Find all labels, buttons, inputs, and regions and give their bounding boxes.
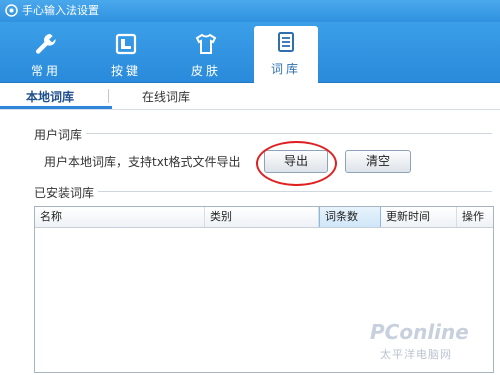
column-header-update-time[interactable]: 更新时间 (381, 207, 457, 227)
watermark-logo: PConline 太平洋电脑网 (370, 318, 495, 368)
keyboard-icon (115, 33, 137, 55)
tab-lexicon-label: 词库 (270, 62, 301, 76)
subtab-online-lexicon[interactable]: 在线词库 (142, 88, 190, 105)
table-header: 名称 类别 词条数 更新时间 操作 (35, 207, 493, 228)
tshirt-icon (195, 33, 217, 54)
document-icon (278, 32, 294, 52)
tab-lexicon[interactable]: 词库 (254, 26, 318, 83)
column-header-category[interactable]: 类别 (205, 207, 319, 227)
user-lexicon-divider (86, 133, 492, 134)
export-highlight-ring (256, 141, 337, 186)
tab-common-label: 常用 (30, 64, 61, 78)
title-bar: 手心输入法设置 (0, 0, 500, 22)
subtab-local-lexicon[interactable]: 本地词库 (26, 88, 74, 105)
column-header-entry-count[interactable]: 词条数 (319, 207, 381, 227)
column-header-name[interactable]: 名称 (35, 207, 205, 227)
tab-common[interactable]: 常用 (14, 28, 78, 82)
watermark-subtext: 太平洋电脑网 (380, 348, 452, 361)
lexicon-subtabs: 本地词库 在线词库 (0, 83, 500, 110)
clear-button[interactable]: 清空 (345, 150, 411, 173)
column-header-action[interactable]: 操作 (457, 207, 493, 227)
tab-keys[interactable]: 按键 (94, 28, 158, 82)
user-lexicon-title: 用户词库 (34, 128, 83, 142)
user-lexicon-description: 用户本地词库，支持txt格式文件导出 (44, 155, 241, 169)
active-subtab-indicator (0, 106, 112, 109)
wrench-icon (35, 34, 56, 54)
watermark-text: PConline (370, 320, 469, 344)
subtab-divider (108, 89, 109, 103)
tab-skin[interactable]: 皮肤 (174, 28, 238, 82)
installed-lexicon-title: 已安装词库 (34, 186, 95, 200)
app-logo-icon (5, 4, 18, 17)
window-title: 手心输入法设置 (22, 4, 99, 17)
tab-keys-label: 按键 (110, 64, 141, 78)
main-toolbar: 常用 按键 皮肤 词库 (0, 22, 500, 83)
installed-lexicon-divider (98, 191, 492, 192)
tab-skin-label: 皮肤 (190, 64, 221, 78)
